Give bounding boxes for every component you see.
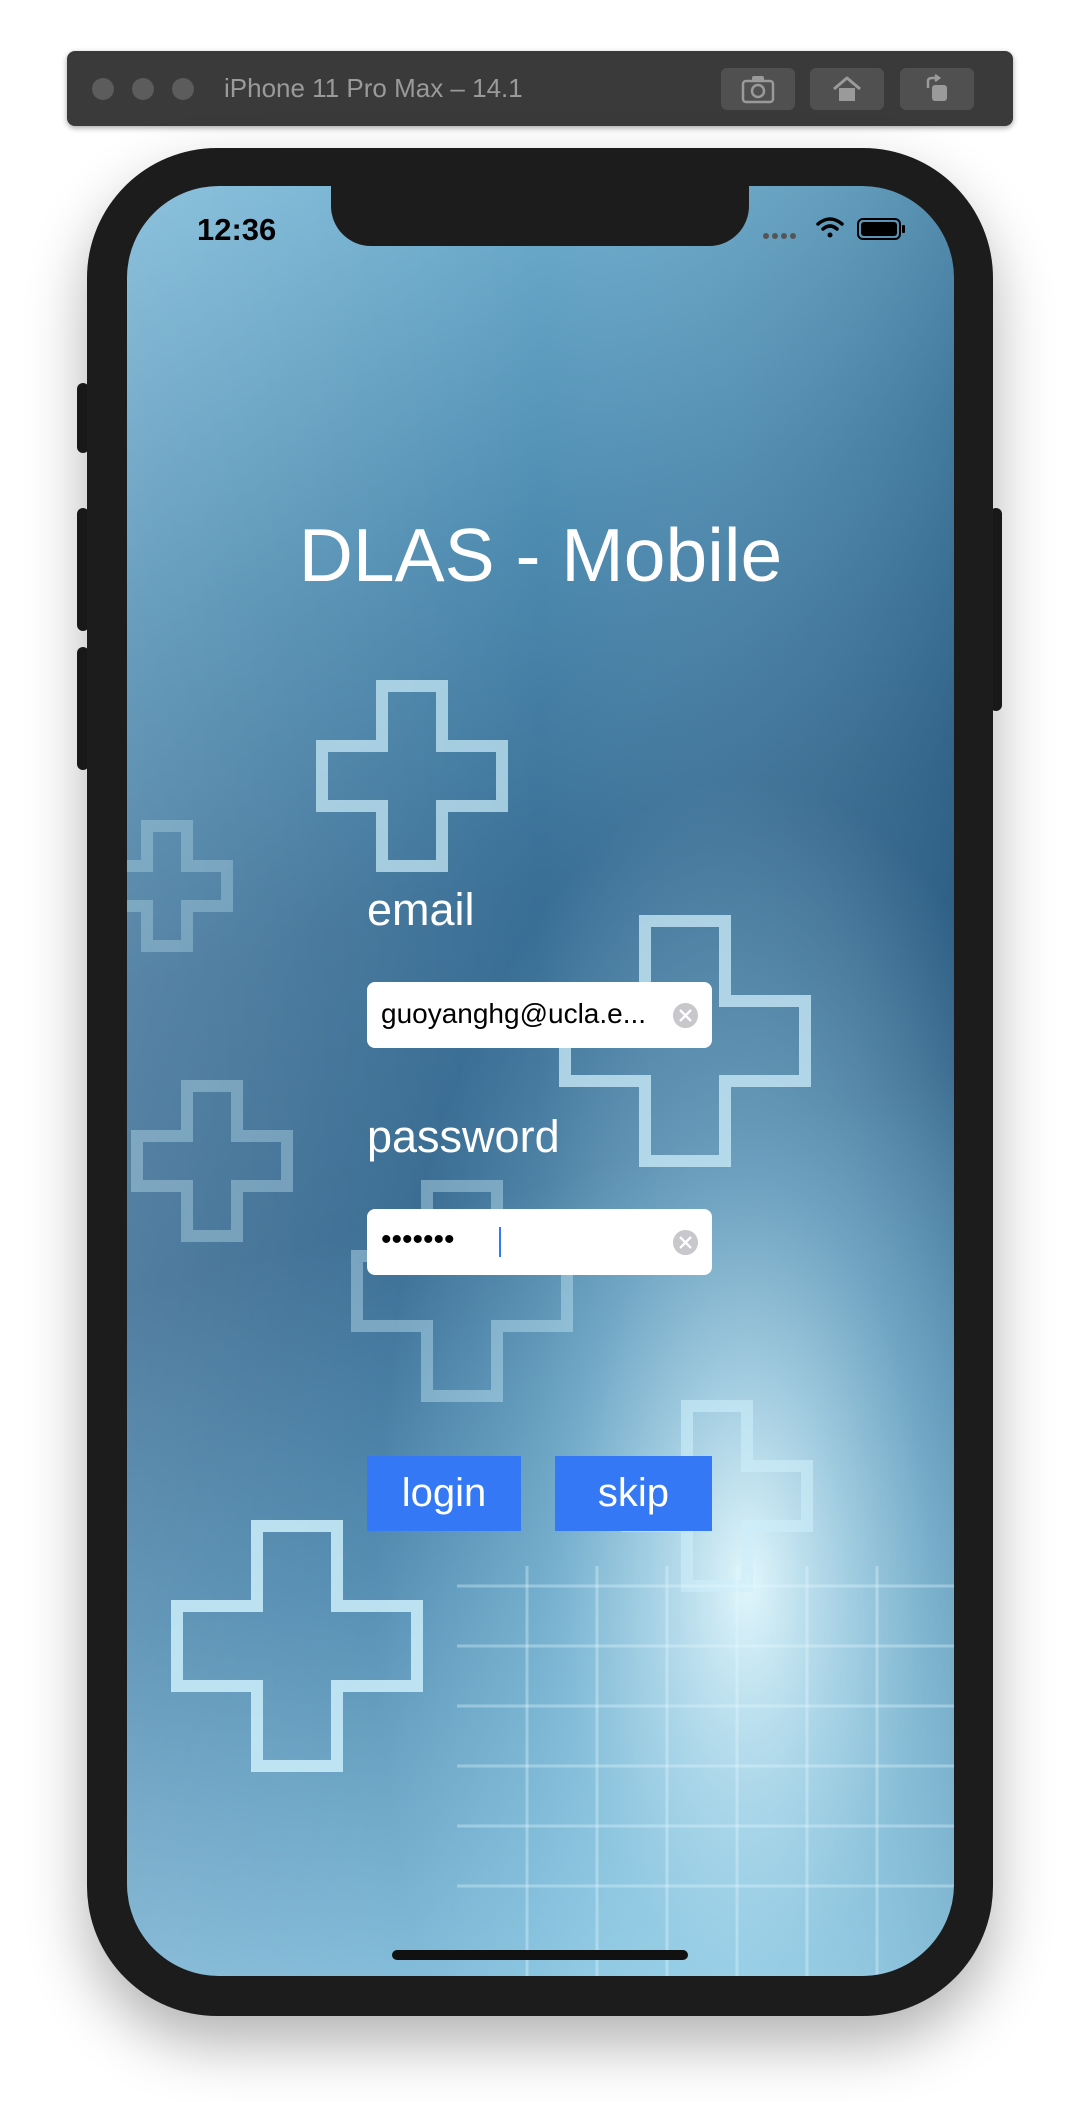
status-time: 12:36 [197,212,277,247]
home-button[interactable] [810,68,884,110]
password-label: password [367,1111,560,1162]
signal-icon [763,233,796,239]
clear-password-icon[interactable] [672,1229,699,1256]
status-icons [763,217,905,240]
app-screen [127,186,954,1976]
home-icon [833,76,861,101]
rotate-button[interactable] [900,68,974,110]
device-notch [331,186,749,246]
skip-button[interactable]: skip [555,1456,712,1531]
email-value: guoyanghg@ucla.e... [381,998,647,1029]
home-indicator[interactable] [392,1950,688,1960]
close-window-icon[interactable] [92,78,114,100]
app-title: DLAS - Mobile [298,513,783,597]
screenshot-icon [741,76,775,104]
clear-email-icon[interactable] [672,1002,699,1029]
medical-cross-background [127,186,954,1976]
zoom-window-icon[interactable] [172,78,194,100]
screenshot-button[interactable] [721,68,795,110]
simulator-title: iPhone 11 Pro Max – 14.1 [224,73,523,103]
text-cursor [499,1227,501,1257]
rotate-icon [926,74,947,101]
email-field[interactable]: guoyanghg@ucla.e... [367,982,712,1048]
password-field[interactable]: ••••••• [367,1209,712,1275]
battery-icon [857,218,905,240]
simulator-toolbar: iPhone 11 Pro Max – 14.1 [67,51,1013,126]
login-button[interactable]: login [367,1456,521,1531]
email-label: email [367,884,475,935]
wifi-icon [816,217,844,238]
password-value: ••••••• [381,1223,455,1256]
minimize-window-icon[interactable] [132,78,154,100]
